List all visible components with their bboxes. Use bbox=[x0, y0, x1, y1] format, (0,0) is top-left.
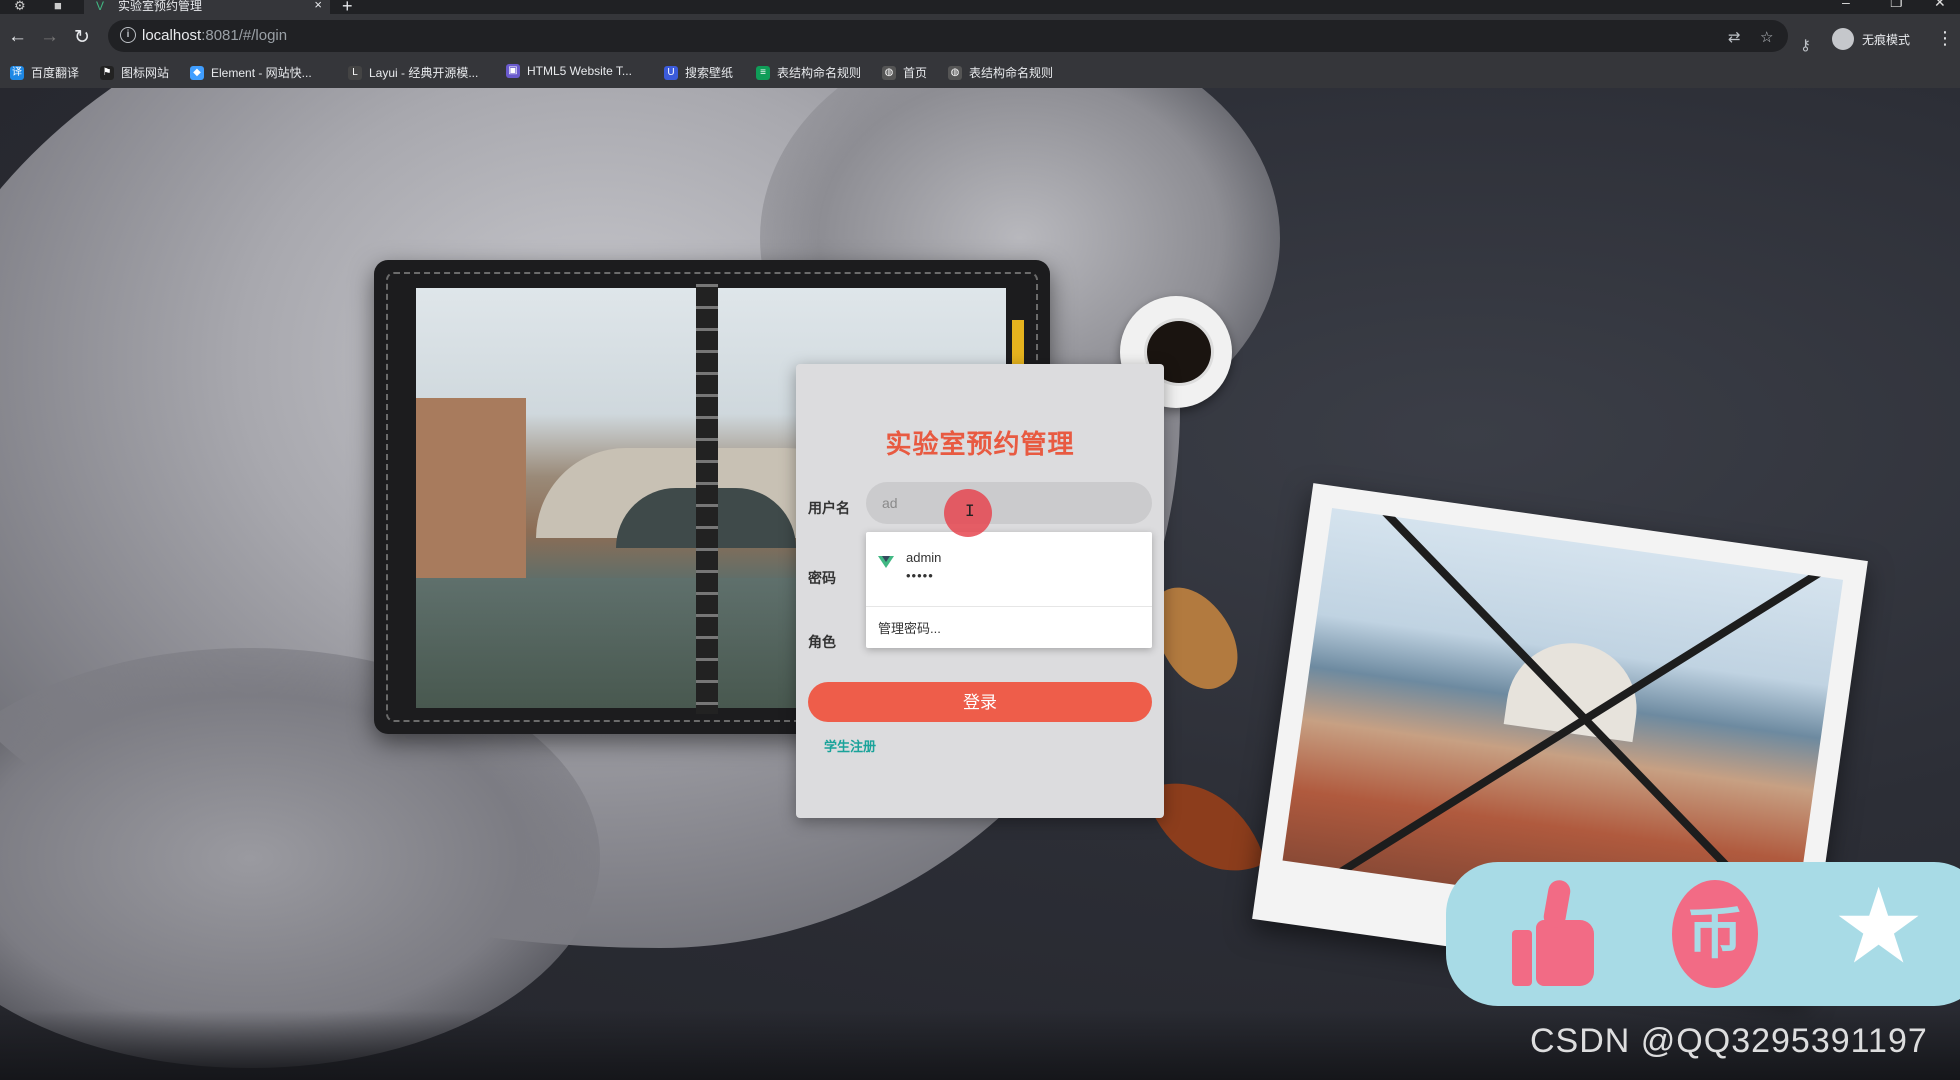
bookmark-label: 图标网站 bbox=[121, 66, 170, 80]
address-bar[interactable]: i localhost:8081/#/login ⇄ ☆ bbox=[108, 20, 1788, 52]
forward-icon[interactable]: → bbox=[40, 26, 59, 48]
text-cursor-icon: I bbox=[965, 501, 975, 520]
translate-bookmark-icon: 译 bbox=[10, 65, 24, 80]
url-host: localhost bbox=[142, 27, 202, 44]
bookmark-item[interactable]: ≡ 表结构命名规则 bbox=[756, 64, 861, 81]
vue-favicon-icon: V bbox=[96, 0, 105, 13]
rope bbox=[1311, 546, 1844, 893]
close-window-icon[interactable]: ✕ bbox=[1934, 0, 1946, 11]
tab-title: 实验室预约管理 bbox=[118, 0, 203, 13]
floating-action-panel: 币 ★ bbox=[1446, 862, 1960, 1006]
bookmark-label: 表结构命名规则 bbox=[969, 66, 1054, 80]
sheet-bookmark-icon: ≡ bbox=[756, 65, 770, 80]
bookmark-label: 首页 bbox=[903, 66, 928, 80]
window-icon: ■ bbox=[54, 0, 62, 13]
watermark: CSDN @QQ3295391197 bbox=[1530, 1022, 1928, 1060]
autofill-dropdown: admin ••••• 管理密码... bbox=[866, 532, 1152, 648]
bookmark-item[interactable]: ◆ Element - 网站快... bbox=[190, 64, 312, 81]
autofill-suggestion[interactable]: admin ••••• bbox=[866, 532, 1152, 606]
student-register-link[interactable]: 学生注册 bbox=[824, 736, 876, 755]
url-path: :8081/#/login bbox=[201, 27, 288, 44]
bookmark-item[interactable]: L Layui - 经典开源模... bbox=[348, 64, 478, 81]
password-label: 密码 bbox=[808, 570, 836, 586]
globe-bookmark-icon: ◍ bbox=[948, 65, 962, 80]
back-icon[interactable]: ← bbox=[8, 26, 27, 48]
browser-menu-icon[interactable]: ⚙ bbox=[14, 0, 26, 14]
manage-passwords-item[interactable]: 管理密码... bbox=[878, 618, 941, 637]
bookmarks-bar: 译百度翻译 ⚑ 图标网站 ◆ Element - 网站快... L Layui - 经… bbox=[0, 58, 1960, 88]
url-text[interactable]: localhost:8081/#/login bbox=[142, 27, 287, 44]
suggestion-username: admin bbox=[906, 550, 942, 565]
incognito-indicator[interactable]: 无痕模式 bbox=[1832, 27, 1910, 51]
notebook-spiral bbox=[696, 284, 718, 714]
bookmark-item[interactable]: ▣ HTML5 Website T... bbox=[506, 64, 632, 78]
bookmark-label: 表结构命名规则 bbox=[777, 66, 862, 80]
wallpaper-bookmark-icon: U bbox=[664, 65, 678, 80]
translate-icon[interactable]: ⇄ bbox=[1728, 28, 1741, 46]
more-menu-icon[interactable]: ⋮ bbox=[1936, 28, 1954, 49]
username-label: 用户名 bbox=[808, 500, 850, 516]
bookmark-label: Layui - 经典开源模... bbox=[369, 66, 479, 80]
thumb-palm bbox=[1536, 920, 1594, 986]
incognito-icon bbox=[1832, 28, 1854, 50]
bookmark-item[interactable]: 译百度翻译 bbox=[10, 64, 79, 81]
incognito-label: 无痕模式 bbox=[1862, 32, 1911, 47]
bookmark-item[interactable]: U 搜索壁纸 bbox=[664, 64, 733, 81]
suggestion-password: ••••• bbox=[906, 568, 934, 583]
vue-logo-icon bbox=[878, 556, 894, 568]
favorite-star-icon[interactable]: ★ bbox=[1832, 872, 1925, 982]
site-info-icon[interactable]: i bbox=[120, 27, 136, 43]
bookmark-label: 搜索壁纸 bbox=[685, 66, 734, 80]
bookmark-label: Element - 网站快... bbox=[211, 66, 312, 80]
thumbs-up-icon[interactable] bbox=[1512, 878, 1596, 988]
tab-active[interactable]: V 实验室预约管理 × bbox=[84, 0, 330, 14]
html5-bookmark-icon: ▣ bbox=[506, 64, 520, 78]
globe-bookmark-icon: ◍ bbox=[882, 65, 896, 80]
role-label: 角色 bbox=[808, 634, 836, 650]
minimize-icon[interactable]: – bbox=[1842, 0, 1850, 10]
bookmark-label: HTML5 Website T... bbox=[527, 64, 632, 78]
tab-close-icon[interactable]: × bbox=[314, 0, 322, 11]
flag-bookmark-icon: ⚑ bbox=[100, 65, 114, 80]
element-bookmark-icon: ◆ bbox=[190, 65, 204, 80]
tab-strip: ⚙ ■ V 实验室预约管理 × + – ❐ ✕ bbox=[0, 0, 1960, 16]
maximize-icon[interactable]: ❐ bbox=[1890, 0, 1903, 11]
username-input[interactable] bbox=[866, 482, 1152, 524]
layui-bookmark-icon: L bbox=[348, 65, 362, 80]
thumb-cuff bbox=[1512, 930, 1532, 986]
bookmark-label: 百度翻译 bbox=[31, 66, 80, 80]
login-button[interactable]: 登录 bbox=[808, 682, 1152, 722]
bookmark-item[interactable]: ◍ 首页 bbox=[882, 64, 927, 81]
building-shape bbox=[416, 398, 526, 588]
bookmark-item[interactable]: ◍ 表结构命名规则 bbox=[948, 64, 1053, 81]
bookmark-item[interactable]: ⚑ 图标网站 bbox=[100, 64, 169, 81]
bookmark-star-icon[interactable]: ☆ bbox=[1760, 28, 1773, 46]
browser-toolbar: ← → ↻ i localhost:8081/#/login ⇄ ☆ ⚷ 无痕模… bbox=[0, 14, 1960, 64]
click-highlight: I bbox=[944, 489, 992, 537]
coin-icon[interactable]: 币 bbox=[1672, 880, 1758, 988]
reload-icon[interactable]: ↻ bbox=[74, 26, 90, 49]
divider bbox=[866, 606, 1152, 607]
login-title: 实验室预约管理 bbox=[885, 429, 1075, 459]
key-icon[interactable]: ⚷ bbox=[1800, 36, 1811, 54]
bookmark-ribbon bbox=[1012, 320, 1024, 364]
